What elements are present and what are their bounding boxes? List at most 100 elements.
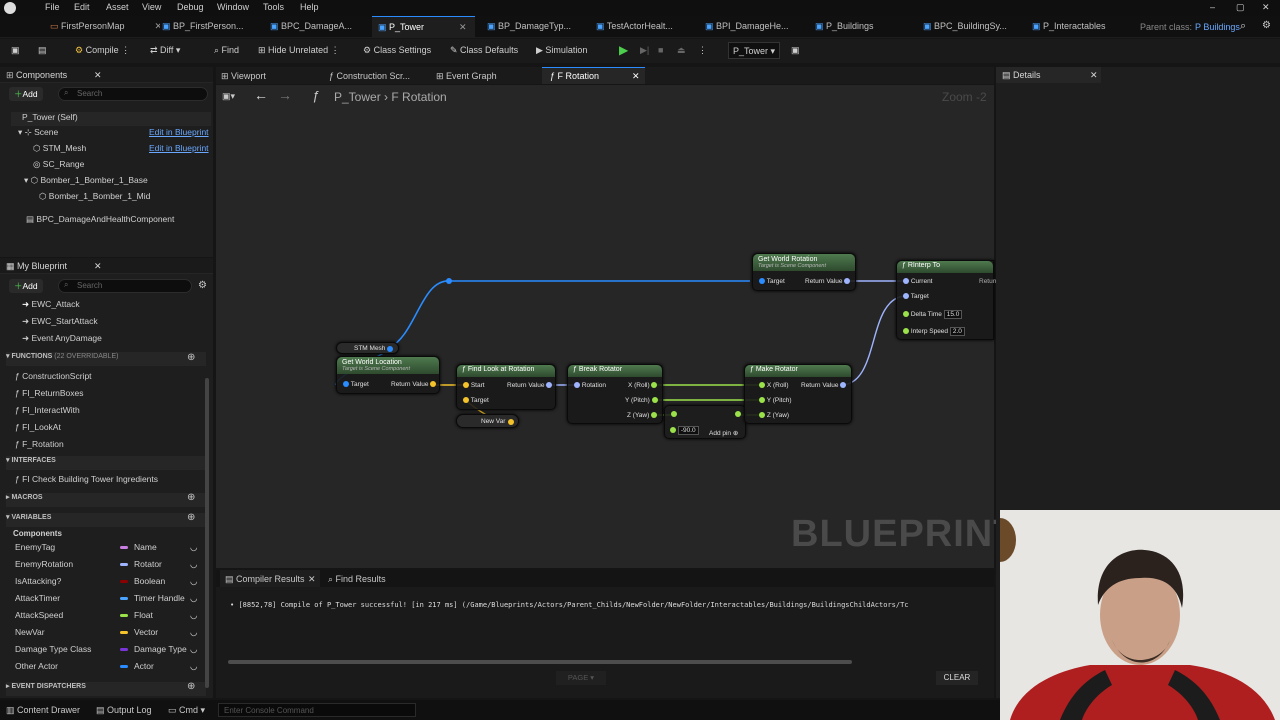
pin-y-pitch[interactable]: Y (Pitch) xyxy=(759,397,792,404)
pin-interp-speed[interactable]: Interp Speed 2.0 xyxy=(903,327,965,336)
variable-row[interactable]: EnemyTag Name ◡ xyxy=(15,542,205,557)
node-make-rotator[interactable]: ƒ Make Rotator X (Roll) Return Value Y (… xyxy=(744,364,852,424)
function-f-rotation[interactable]: ƒ F_Rotation xyxy=(15,439,64,449)
menu-debug[interactable]: Debug xyxy=(177,2,204,12)
event-ewc-startattack[interactable]: ➜ EWC_StartAttack xyxy=(22,316,98,327)
event-anydamage[interactable]: ➜ Event AnyDamage xyxy=(22,333,102,344)
browse-debug-icon[interactable]: ▣ xyxy=(791,45,800,56)
find-button[interactable]: ⌕ Find xyxy=(214,45,239,56)
my-blueprint-search-input[interactable]: ⌕ Search xyxy=(58,279,192,293)
close-icon[interactable]: ✕ xyxy=(94,70,102,81)
add-variable-icon[interactable]: ⊕ xyxy=(187,512,195,523)
add-value-input[interactable]: -90.0 xyxy=(677,426,699,435)
component-scene[interactable]: ▾ ⊹ Scene xyxy=(18,127,58,138)
menu-tools[interactable]: Tools xyxy=(263,2,284,12)
compile-button[interactable]: ⚙ Compile ⋮ xyxy=(75,45,130,56)
tab-construction-script[interactable]: ƒ Construction Scr... xyxy=(329,71,410,81)
close-icon[interactable]: ✕ xyxy=(94,261,102,272)
pin-y-pitch[interactable]: Y (Pitch) xyxy=(625,397,658,404)
stop-icon[interactable]: ■ xyxy=(658,45,663,55)
maximize-icon[interactable]: ▢ xyxy=(1236,2,1245,13)
variable-row[interactable]: AttackTimer Timer Handle ◡ xyxy=(15,593,205,608)
component-stm-mesh[interactable]: ⬡ STM_Mesh xyxy=(33,143,86,154)
event-dispatchers-section-header[interactable]: ▸ EVENT DISPATCHERS xyxy=(6,682,206,696)
page-dropdown[interactable]: PAGE ▾ xyxy=(556,671,606,685)
debug-target-dropdown[interactable]: P_Tower ▾ xyxy=(728,42,780,59)
function-fi-interactwith[interactable]: ƒ FI_InteractWith xyxy=(15,405,80,415)
variable-row[interactable]: EnemyRotation Rotator ◡ xyxy=(15,559,205,574)
pin-dot-icon[interactable] xyxy=(671,411,677,417)
pin-rotation[interactable]: Rotation xyxy=(574,382,606,389)
pin-z-yaw[interactable]: Z (Yaw) xyxy=(627,412,658,419)
menu-edit[interactable]: Edit xyxy=(74,2,90,12)
node-find-look-at-rotation[interactable]: ƒ Find Look at Rotation Start Return Val… xyxy=(456,364,556,410)
clear-button[interactable]: CLEAR xyxy=(936,671,978,685)
component-damage-health[interactable]: ▤ BPC_DamageAndHealthComponent xyxy=(26,214,174,225)
visibility-eye-icon[interactable]: ◡ xyxy=(190,542,197,553)
horizontal-scrollbar[interactable] xyxy=(228,660,852,664)
close-icon[interactable]: ✕ xyxy=(632,71,640,82)
tab-p-interactables[interactable]: ▣ P_Interactables xyxy=(1032,16,1132,38)
component-self[interactable]: P_Tower (Self) xyxy=(11,112,211,126)
node-stm-mesh-getter[interactable]: STM Mesh xyxy=(336,342,399,354)
node-rinterp-to[interactable]: ƒ RInterp To Current Return Target Delta… xyxy=(896,260,999,340)
add-function-icon[interactable]: ⊕ xyxy=(187,352,195,363)
tab-viewport[interactable]: ⊞ Viewport xyxy=(221,71,266,82)
output-log-button[interactable]: ▤ Output Log xyxy=(96,705,152,716)
tab-testactorhealth[interactable]: ▣ TestActorHealt... xyxy=(596,16,696,38)
cmd-dropdown[interactable]: ▭ Cmd ▾ xyxy=(168,705,205,716)
tab-p-buildings[interactable]: ▣ P_Buildings xyxy=(815,16,915,38)
variable-row[interactable]: IsAttacking? Boolean ◡ xyxy=(15,576,205,591)
menu-view[interactable]: View xyxy=(142,2,161,12)
visibility-eye-icon[interactable]: ◡ xyxy=(190,661,197,672)
pin-delta-time[interactable]: Delta Time 15.0 xyxy=(903,310,963,319)
pin-start[interactable]: Start xyxy=(463,382,485,389)
pin-dot-icon[interactable] xyxy=(735,411,741,417)
variable-row[interactable]: NewVar Vector ◡ xyxy=(15,627,205,642)
add-macro-icon[interactable]: ⊕ xyxy=(187,492,195,503)
function-fi-returnboxes[interactable]: ƒ FI_ReturnBoxes xyxy=(15,388,84,398)
minimize-icon[interactable]: – xyxy=(1210,2,1215,12)
add-pin-button[interactable]: Add pin ⊕ xyxy=(709,429,738,437)
add-component-button[interactable]: ＋Add xyxy=(9,87,43,101)
play-icon[interactable]: ▶ xyxy=(619,43,628,57)
component-bomber-base[interactable]: ▾ ⬡ Bomber_1_Bomber_1_Base xyxy=(24,175,148,186)
search-icon[interactable]: ⌕ xyxy=(1240,20,1246,33)
components-search-input[interactable]: ⌕ Search xyxy=(58,87,208,101)
close-icon[interactable]: ✕ xyxy=(308,574,316,585)
pin-x-roll[interactable]: X (Roll) xyxy=(628,382,658,389)
scrollbar[interactable] xyxy=(205,378,209,688)
tab-firstpersonmap[interactable]: ▭ FirstPersonMap ✕ xyxy=(50,16,160,38)
console-command-input[interactable]: Enter Console Command xyxy=(218,703,416,717)
node-new-var-getter[interactable]: New Var xyxy=(456,414,519,428)
pin-return[interactable]: Return Value xyxy=(507,382,553,389)
visibility-eye-icon[interactable]: ◡ xyxy=(190,576,197,587)
function-fi-lookat[interactable]: ƒ FI_LookAt xyxy=(15,422,61,432)
pin-return[interactable]: Return Value xyxy=(391,381,437,388)
node-break-rotator[interactable]: ƒ Break Rotator Rotation X (Roll) Y (Pit… xyxy=(567,364,663,424)
hide-unrelated-button[interactable]: ⊞ Hide Unrelated ⋮ xyxy=(258,45,340,56)
menu-file[interactable]: File xyxy=(45,2,60,12)
tab-compiler-results[interactable]: ▤ Compiler Results ✕ xyxy=(220,570,320,587)
interfaces-section-header[interactable]: ▾ INTERFACES xyxy=(6,456,206,470)
eject-icon[interactable]: ⏏ xyxy=(677,45,686,56)
settings-icon[interactable]: ⚙ xyxy=(1262,20,1271,31)
component-sc-range[interactable]: ◎ SC_Range xyxy=(33,159,84,170)
tab-bp-damagetype[interactable]: ▣ BP_DamageTyp... xyxy=(487,16,587,38)
settings-icon[interactable]: ⚙ xyxy=(198,280,207,291)
node-add[interactable]: -90.0 Add pin ⊕ xyxy=(664,405,746,439)
pin-return[interactable]: Return Value xyxy=(805,278,851,285)
functions-section-header[interactable]: ▾ FUNCTIONS (22 OVERRIDABLE) xyxy=(6,352,206,366)
components-category[interactable]: Components xyxy=(13,529,62,538)
visibility-eye-icon[interactable]: ◡ xyxy=(190,610,197,621)
menu-help[interactable]: Help xyxy=(300,2,319,12)
edit-in-blueprint-link[interactable]: Edit in Blueprint xyxy=(149,127,209,137)
close-icon[interactable]: ✕ xyxy=(1090,70,1098,81)
pin-current[interactable]: Current xyxy=(903,278,933,285)
diff-button[interactable]: ⇄ Diff ▾ xyxy=(150,45,180,56)
tab-f-rotation[interactable]: ƒ F Rotation ✕ xyxy=(542,67,645,84)
class-settings-button[interactable]: ⚙ Class Settings xyxy=(363,45,431,56)
step-icon[interactable]: ▶| xyxy=(640,45,649,56)
pin-x-roll[interactable]: X (Roll) xyxy=(759,382,788,389)
component-bomber-mid[interactable]: ⬡ Bomber_1_Bomber_1_Mid xyxy=(39,191,150,202)
